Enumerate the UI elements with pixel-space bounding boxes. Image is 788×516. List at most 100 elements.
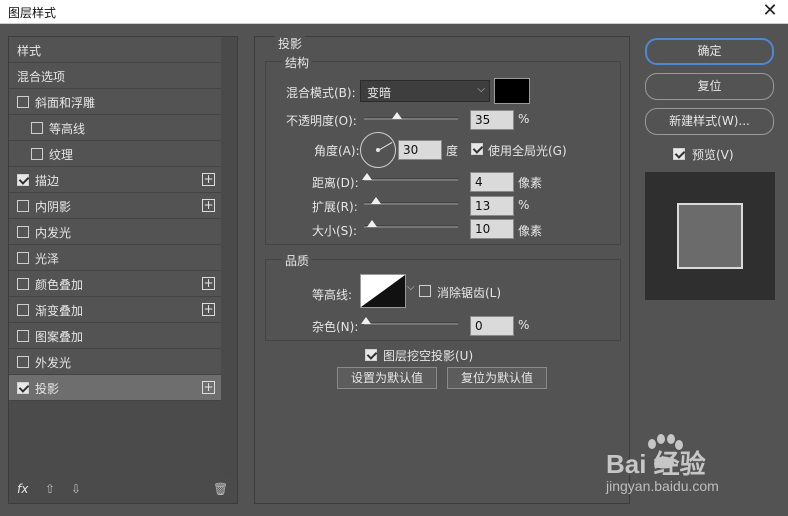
close-icon[interactable]: ✕ xyxy=(758,0,782,24)
add-effect-icon[interactable]: + xyxy=(202,199,215,212)
blend-mode-label: 混合模式(B): xyxy=(286,86,356,100)
style-item-checkbox[interactable] xyxy=(31,122,43,134)
distance-slider[interactable] xyxy=(362,173,458,181)
knockout-checkbox[interactable] xyxy=(365,349,377,361)
watermark-url: jingyan.baidu.com xyxy=(606,478,719,494)
style-item-checkbox[interactable] xyxy=(17,382,29,394)
shadow-color-swatch[interactable] xyxy=(494,78,530,104)
global-light-label: 使用全局光(G) xyxy=(488,144,567,158)
ok-button[interactable]: 确定 xyxy=(645,38,774,65)
opacity-slider[interactable] xyxy=(364,112,458,120)
spread-input[interactable]: 13 xyxy=(470,196,514,216)
add-effect-icon[interactable]: + xyxy=(202,381,215,394)
chevron-down-icon: ⌵ xyxy=(477,84,485,95)
style-item-label: 描边 xyxy=(35,174,60,188)
preview-label: 预览(V) xyxy=(692,148,734,162)
style-item[interactable]: 外发光 xyxy=(9,349,221,375)
style-item[interactable]: 样式 xyxy=(9,37,221,63)
anti-alias-label: 消除锯齿(L) xyxy=(437,286,502,300)
make-default-button[interactable]: 设置为默认值 xyxy=(337,367,437,389)
new-style-button[interactable]: 新建样式(W)... xyxy=(645,108,774,135)
style-item[interactable]: 渐变叠加 + xyxy=(9,297,221,323)
angle-dial[interactable] xyxy=(360,132,396,168)
move-down-icon[interactable]: ⇩ xyxy=(71,482,81,496)
knockout-label: 图层挖空投影(U) xyxy=(383,349,474,363)
global-light-checkbox[interactable] xyxy=(471,143,483,155)
style-item-checkbox[interactable] xyxy=(17,226,29,238)
reset-default-button[interactable]: 复位为默认值 xyxy=(447,367,547,389)
style-item-checkbox[interactable] xyxy=(17,304,29,316)
contour-picker[interactable] xyxy=(360,274,406,308)
style-item[interactable]: 颜色叠加 + xyxy=(9,271,221,297)
title-bar: 图层样式 ✕ xyxy=(0,0,788,24)
distance-input[interactable]: 4 xyxy=(470,172,514,192)
style-item-checkbox[interactable] xyxy=(17,96,29,108)
anti-alias-checkbox[interactable] xyxy=(419,285,431,297)
angle-center-dot xyxy=(376,148,380,152)
style-item-label: 渐变叠加 xyxy=(35,304,84,318)
reset-button[interactable]: 复位 xyxy=(645,73,774,100)
opacity-unit: % xyxy=(518,112,530,126)
style-item-label: 图案叠加 xyxy=(35,330,84,344)
style-item[interactable]: 内发光 xyxy=(9,219,221,245)
style-item-checkbox[interactable] xyxy=(17,356,29,368)
size-input[interactable]: 10 xyxy=(470,219,514,239)
style-item-label: 样式 xyxy=(17,44,42,58)
style-item[interactable]: 等高线 xyxy=(9,115,221,141)
style-item[interactable]: 光泽 xyxy=(9,245,221,271)
style-item-checkbox[interactable] xyxy=(17,252,29,264)
opacity-input[interactable]: 35 xyxy=(470,110,514,130)
opacity-slider-thumb[interactable] xyxy=(391,112,402,119)
size-slider[interactable] xyxy=(364,220,458,228)
size-slider-thumb[interactable] xyxy=(366,220,377,227)
style-item-label: 内阴影 xyxy=(35,200,72,214)
blend-mode-value: 变暗 xyxy=(367,86,392,100)
style-item-checkbox[interactable] xyxy=(17,200,29,212)
style-item[interactable]: 纹理 xyxy=(9,141,221,167)
size-unit: 像素 xyxy=(518,224,543,238)
style-item[interactable]: 投影 + xyxy=(9,375,221,401)
structure-group: 结构 混合模式(B): 变暗 ⌵ 不透明度(O): 35 % 角度(A): 30… xyxy=(265,54,621,245)
spread-slider-thumb[interactable] xyxy=(371,197,382,204)
move-up-icon[interactable]: ⇧ xyxy=(45,482,55,496)
noise-input[interactable]: 0 xyxy=(470,316,514,336)
add-effect-icon[interactable]: + xyxy=(202,277,215,290)
style-item[interactable]: 图案叠加 xyxy=(9,323,221,349)
spread-slider[interactable] xyxy=(364,197,458,205)
noise-slider-thumb[interactable] xyxy=(360,317,371,324)
style-item-label: 光泽 xyxy=(35,252,60,266)
fx-icon[interactable]: fx xyxy=(17,482,28,496)
style-item[interactable]: 内阴影 + xyxy=(9,193,221,219)
style-item-checkbox[interactable] xyxy=(31,148,43,160)
style-list-scrollbar[interactable] xyxy=(223,37,237,477)
style-item-checkbox[interactable] xyxy=(17,278,29,290)
spread-unit: % xyxy=(518,198,530,212)
style-item[interactable]: 描边 + xyxy=(9,167,221,193)
distance-slider-thumb[interactable] xyxy=(362,173,373,180)
style-item-label: 等高线 xyxy=(49,122,86,136)
noise-label: 杂色(N): xyxy=(312,320,359,334)
quality-title: 品质 xyxy=(282,252,313,269)
add-effect-icon[interactable]: + xyxy=(202,303,215,316)
opacity-label: 不透明度(O): xyxy=(286,114,357,128)
section-title: 投影 xyxy=(275,35,306,52)
style-item-checkbox[interactable] xyxy=(17,330,29,342)
add-effect-icon[interactable]: + xyxy=(202,173,215,186)
contour-chevron-icon[interactable]: ⌵ xyxy=(407,282,415,293)
style-item-label: 颜色叠加 xyxy=(35,278,84,292)
angle-needle xyxy=(378,142,393,151)
noise-slider[interactable] xyxy=(360,317,458,325)
trash-icon[interactable]: 🗑 xyxy=(213,482,228,496)
drop-shadow-panel: 投影 结构 混合模式(B): 变暗 ⌵ 不透明度(O): 35 % 角度(A):… xyxy=(254,35,630,504)
blend-mode-select[interactable]: 变暗 ⌵ xyxy=(360,80,490,102)
preview-checkbox[interactable] xyxy=(673,148,685,160)
style-item[interactable]: 混合选项 xyxy=(9,63,221,89)
structure-title: 结构 xyxy=(282,54,313,71)
window-title: 图层样式 xyxy=(8,6,57,20)
style-item[interactable]: 斜面和浮雕 xyxy=(9,89,221,115)
style-list-panel: 样式混合选项 斜面和浮雕等高线纹理描边 + 内阴影 + 内发光光泽颜色叠加 + 渐变叠加 + 图案… xyxy=(8,36,238,504)
contour-label: 等高线: xyxy=(312,288,353,302)
distance-label: 距离(D): xyxy=(312,176,359,190)
angle-input[interactable]: 30 xyxy=(398,140,442,160)
style-item-checkbox[interactable] xyxy=(17,174,29,186)
